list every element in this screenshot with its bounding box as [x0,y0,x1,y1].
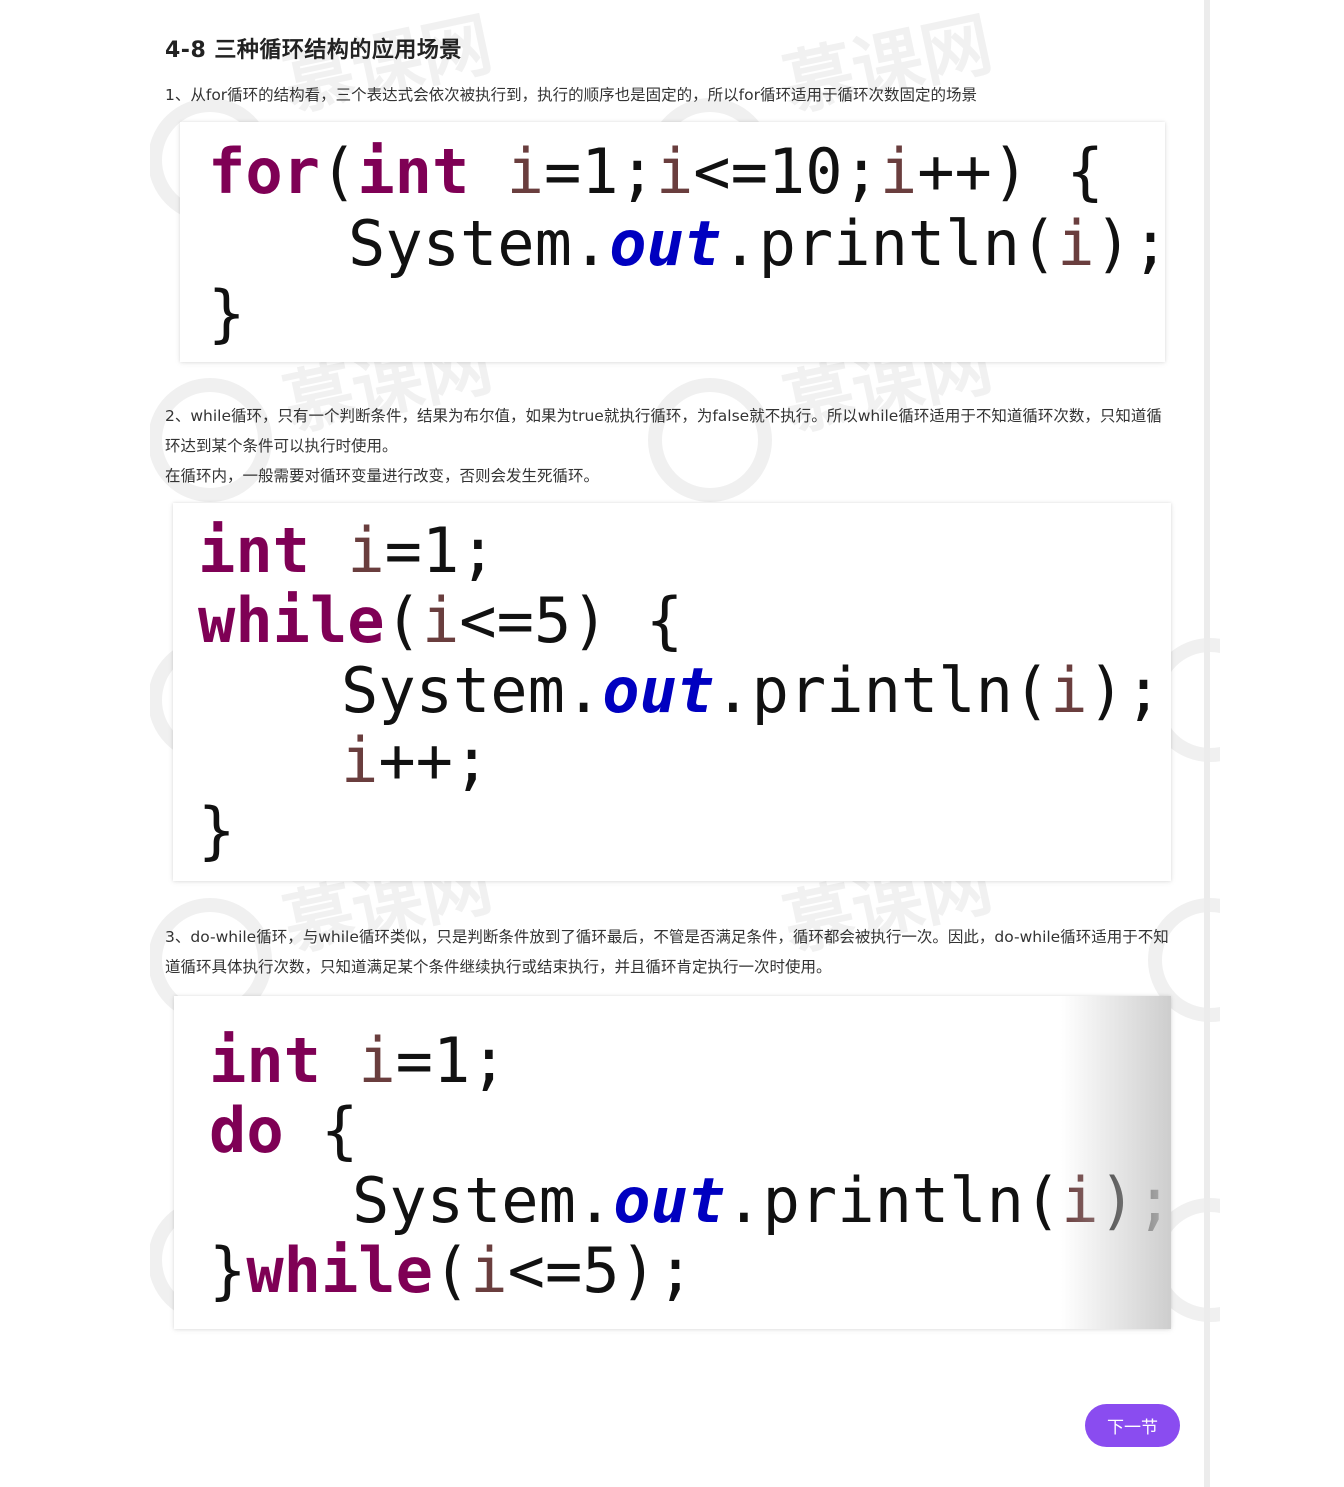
next-section-button[interactable]: 下一节 [1085,1404,1180,1447]
section-1-text: 1、从for循环的结构看，三个表达式会依次被执行到，执行的顺序也是固定的，所以f… [165,86,977,104]
code-line: } [208,277,246,350]
code-line: System.out.println(i); [352,1164,1171,1237]
page-divider [1204,0,1210,1487]
code-line: System.out.println(i); [348,207,1165,280]
code-line: i++; [341,724,491,797]
code-line: System.out.println(i); [341,654,1163,727]
code-line: int i=1; [209,1024,508,1097]
section-2-text: 2、while循环，只有一个判断条件，结果为布尔值，如果为true就执行循环，为… [165,407,1162,455]
code-line: int i=1; [198,514,497,587]
code-line: for(int i=1;i<=10;i++) { [208,135,1104,208]
code-line: while(i<=5) { [198,584,684,657]
code-line: } [198,794,236,867]
section-3-text: 3、do-while循环，与while循环类似，只是判断条件放到了循环最后，不管… [165,928,1169,976]
code-line: }while(i<=5); [209,1234,695,1307]
code-image-for-loop: for(int i=1;i<=10;i++) { System.out.prin… [180,122,1165,362]
code-line: do { [209,1094,359,1167]
page-title: 4-8 三种循环结构的应用场景 [165,38,462,63]
code-image-do-while-loop: int i=1; do { System.out.println(i); }wh… [174,996,1171,1329]
section-2-note: 在循环内，一般需要对循环变量进行改变，否则会发生死循环。 [165,467,600,485]
code-image-while-loop: int i=1; while(i<=5) { System.out.printl… [173,503,1171,881]
